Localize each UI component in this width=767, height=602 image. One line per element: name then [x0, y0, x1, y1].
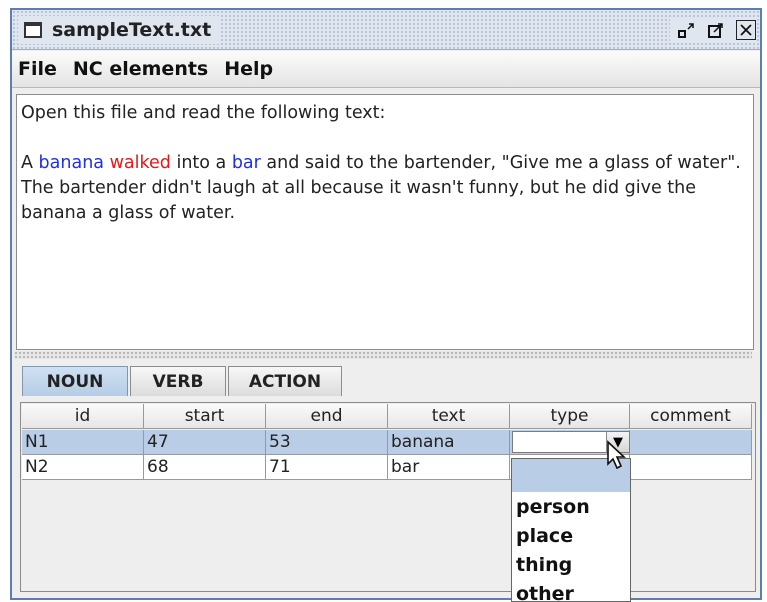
text-line-intro: Open this file and read the following te…	[21, 103, 386, 123]
column-header-type[interactable]: type	[510, 404, 630, 429]
cell-text[interactable]: banana	[388, 430, 510, 455]
text-paragraph: A banana walked into a bar and said to t…	[21, 153, 741, 223]
annotated-word-banana[interactable]: banana	[39, 153, 104, 173]
option-thing[interactable]: thing	[512, 550, 630, 579]
type-dropdown-list: person place thing other	[511, 458, 631, 602]
cell-id[interactable]: N2	[22, 455, 144, 480]
column-header-id[interactable]: id	[22, 404, 144, 429]
option-person[interactable]: person	[512, 492, 630, 521]
annotation-table: id start end text type comment N1 47 53 …	[20, 402, 756, 592]
table-row[interactable]: N2 68 71 bar	[22, 455, 752, 480]
tab-noun[interactable]: NOUN	[22, 366, 128, 396]
column-header-end[interactable]: end	[266, 404, 388, 429]
close-icon[interactable]	[736, 20, 756, 40]
title-bar[interactable]: sampleText.txt	[12, 10, 760, 50]
menu-help[interactable]: Help	[216, 58, 281, 80]
cell-id[interactable]: N1	[22, 430, 144, 455]
split-divider[interactable]	[14, 351, 752, 359]
cell-comment[interactable]	[630, 430, 752, 455]
mouse-pointer-icon	[607, 440, 627, 470]
column-header-comment[interactable]: comment	[630, 404, 752, 429]
cell-end[interactable]: 53	[266, 430, 388, 455]
annotated-word-walked[interactable]: walked	[110, 153, 171, 173]
cell-text[interactable]: bar	[388, 455, 510, 480]
cell-comment[interactable]	[630, 455, 752, 480]
menu-bar: File NC elements Help	[12, 51, 760, 88]
table-header: id start end text type comment	[22, 404, 752, 429]
cell-end[interactable]: 71	[266, 455, 388, 480]
menu-file[interactable]: File	[12, 58, 65, 80]
window-title: sampleText.txt	[52, 19, 212, 41]
text-editor[interactable]: Open this file and read the following te…	[16, 94, 754, 350]
cell-start[interactable]: 68	[144, 455, 266, 480]
option-place[interactable]: place	[512, 521, 630, 550]
document-icon	[24, 22, 42, 38]
cell-start[interactable]: 47	[144, 430, 266, 455]
table-row[interactable]: N1 47 53 banana	[22, 430, 752, 455]
tab-action[interactable]: ACTION	[228, 366, 342, 396]
column-header-start[interactable]: start	[144, 404, 266, 429]
annotated-word-bar[interactable]: bar	[232, 153, 261, 173]
iconify-icon[interactable]	[676, 20, 696, 40]
option-other[interactable]: other	[512, 579, 630, 602]
column-header-text[interactable]: text	[388, 404, 510, 429]
tab-verb[interactable]: VERB	[130, 366, 226, 396]
menu-nc-elements[interactable]: NC elements	[65, 58, 216, 80]
maximize-icon[interactable]	[706, 20, 726, 40]
